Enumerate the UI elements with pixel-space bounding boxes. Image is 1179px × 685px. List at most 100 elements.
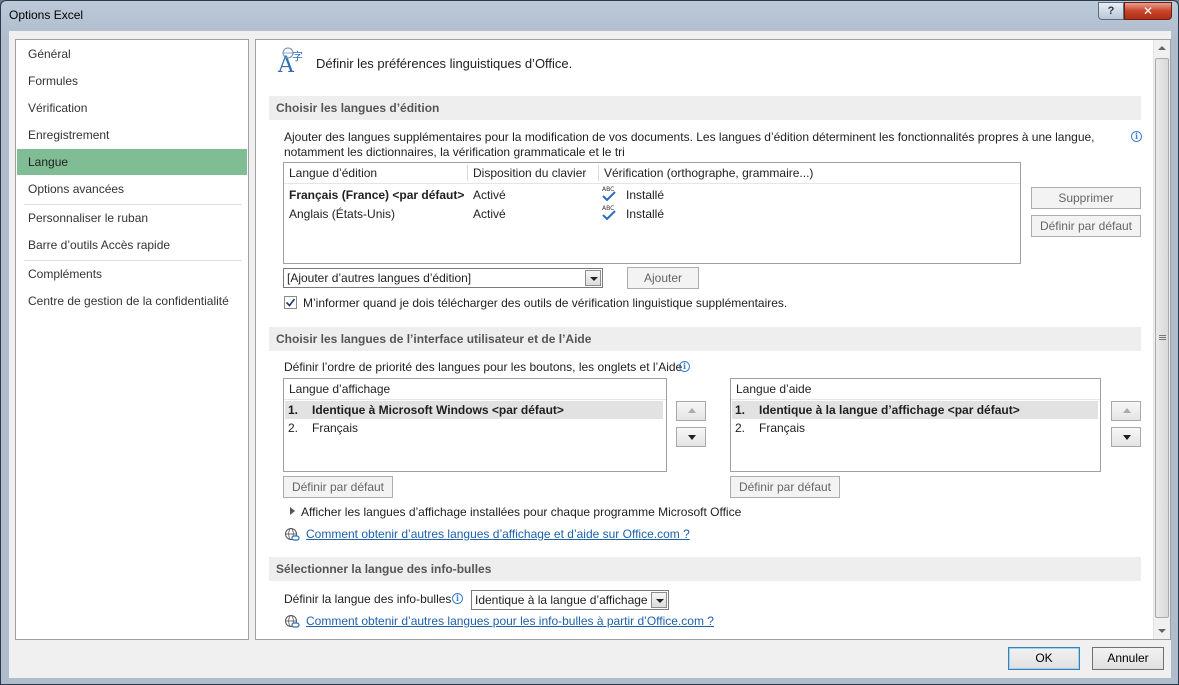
set-default-help-button[interactable]: Définir par défaut [730,476,840,498]
list-item-number: 2. [288,421,299,435]
list-item-label: Français [759,421,806,435]
row-keyboard: Activé [473,188,506,202]
column-header-keyboard: Disposition du clavier [473,166,587,180]
help-button[interactable]: ? [1098,2,1124,20]
ok-button[interactable]: OK [1008,647,1080,670]
tooltip-section-title: Sélectionner la langue des info-bulles [276,562,492,576]
editing-languages-table: Langue d’édition Disposition du clavier … [283,162,1021,264]
column-header-proofing: Vérification (orthographe, grammaire...) [604,166,814,180]
info-icon[interactable]: i [452,593,463,604]
list-item[interactable]: 2. Français [285,419,663,437]
ui-section-title: Choisir les langues de l’interface utili… [276,332,592,346]
row-proofing: Installé [626,207,665,221]
editing-section-title: Choisir les langues d’édition [276,101,440,115]
scroll-down-icon[interactable] [1158,629,1166,633]
chevron-down-icon[interactable] [585,270,601,286]
move-up-display-button[interactable] [676,401,706,421]
nav-item-customize-ribbon[interactable]: Personnaliser le ruban [17,205,247,231]
set-default-editing-button[interactable]: Définir par défaut [1031,215,1141,237]
window-title: Options Excel [9,8,84,22]
cancel-button[interactable]: Annuler [1092,647,1164,670]
nav-item-language[interactable]: Langue [17,149,247,175]
add-language-button[interactable]: Ajouter [627,267,699,289]
tooltip-section-header: Sélectionner la langue des info-bulles [269,557,1141,581]
nav-item-trust-center[interactable]: Centre de gestion de la confidentialité [17,288,247,314]
ui-description: Définir l’ordre de priorité des langues … [284,360,683,374]
nav-item-quick-access-toolbar[interactable]: Barre d’outils Accès rapide [17,232,247,258]
proofing-check-icon: ABC [602,205,616,221]
column-header-language: Langue d’édition [289,166,378,180]
list-item-number: 1. [288,403,299,417]
list-item-number: 1. [735,403,746,417]
list-item-label: Français [312,421,359,435]
svg-text:字: 字 [292,49,303,63]
row-proofing: Installé [626,188,665,202]
tooltip-language-combo[interactable]: Identique à la langue d’affichage [471,590,669,610]
list-item[interactable]: 1. Identique à la langue d’affichage <pa… [732,401,1098,419]
list-item-label: Identique à Microsoft Windows <par défau… [312,403,564,417]
nav-item-advanced[interactable]: Options avancées [17,176,247,202]
remove-language-button[interactable]: Supprimer [1031,187,1141,209]
help-language-list: Langue d’aide 1. Identique à la langue d… [730,378,1101,472]
proofing-check-icon: ABC [602,186,616,202]
dialog-client: Général Formules Vérification Enregistre… [9,31,1171,678]
scroll-grip [1159,335,1166,336]
title-bar: Options Excel ? ✕ [1,1,1178,31]
move-up-help-button[interactable] [1111,401,1141,421]
scrollbar-thumb[interactable] [1155,58,1169,618]
list-item[interactable]: 1. Identique à Microsoft Windows <par dé… [285,401,663,419]
add-language-combo-value: [Ajouter d’autres langues d’édition] [287,271,472,285]
display-help-languages-link[interactable]: Comment obtenir d’autres langues d’affic… [306,527,690,541]
list-item-label: Identique à la langue d’affichage <par d… [759,403,1020,417]
notify-checkbox-label[interactable]: M’informer quand je dois télécharger des… [303,296,787,310]
list-item-number: 2. [735,421,746,435]
set-default-display-button[interactable]: Définir par défaut [283,476,393,498]
table-row[interactable]: Anglais (États-Unis) Activé ABC Installé [284,205,1020,224]
nav-item-proofing[interactable]: Vérification [17,95,247,121]
show-installed-languages-toggle[interactable]: Afficher les langues d’affichage install… [301,505,741,519]
row-language: Anglais (États-Unis) [289,207,396,221]
info-icon[interactable]: i [1131,131,1142,142]
category-nav: Général Formules Vérification Enregistre… [15,39,249,640]
nav-item-addins[interactable]: Compléments [17,261,247,287]
page-title: Définir les préférences linguistiques d’… [316,56,573,71]
chevron-down-icon[interactable] [651,592,667,608]
language-panel: A 字 Définir les préférences linguistique… [255,39,1171,640]
move-down-help-button[interactable] [1111,427,1141,447]
editing-description: Ajouter des langues supplémentaires pour… [284,130,1095,144]
scroll-grip [1159,337,1166,338]
row-keyboard: Activé [473,207,506,221]
nav-item-formulas[interactable]: Formules [17,68,247,94]
move-down-display-button[interactable] [676,427,706,447]
column-divider [598,165,599,181]
svg-text:ABC: ABC [602,205,614,212]
add-editing-language-combo[interactable]: [Ajouter d’autres langues d’édition] [283,268,603,288]
nav-item-general[interactable]: Général [17,41,247,67]
tooltip-languages-link[interactable]: Comment obtenir d’autres langues pour le… [306,614,714,628]
table-row[interactable]: Français (France) <par défaut> Activé AB… [284,186,1020,205]
close-button[interactable]: ✕ [1124,2,1172,20]
scroll-up-icon[interactable] [1158,46,1166,50]
display-language-header: Langue d’affichage [289,382,391,396]
vertical-scrollbar[interactable] [1153,40,1170,639]
checkmark-icon [285,298,296,307]
editing-description-line2: notamment les dictionnaires, la vérifica… [284,145,625,159]
header-divider [731,399,1100,400]
display-language-list: Langue d’affichage 1. Identique à Micros… [283,378,667,472]
globe-link-icon [285,528,300,541]
header-divider [284,399,666,400]
options-dialog: Options Excel ? ✕ Général Formules Vérif… [0,0,1179,685]
help-language-header: Langue d’aide [736,382,812,396]
info-icon[interactable]: i [679,361,690,372]
row-language: Français (France) <par défaut> [289,188,465,202]
expand-arrow-icon[interactable] [290,507,295,515]
header-divider [284,183,1020,184]
ui-section-header: Choisir les langues de l’interface utili… [269,327,1141,351]
nav-item-save[interactable]: Enregistrement [17,122,247,148]
tooltip-language-label: Définir la langue des info-bulles [284,592,452,606]
svg-text:ABC: ABC [602,186,614,193]
editing-section-header: Choisir les langues d’édition [269,96,1141,120]
column-divider [467,165,468,181]
notify-checkbox[interactable] [284,296,297,309]
list-item[interactable]: 2. Français [732,419,1098,437]
